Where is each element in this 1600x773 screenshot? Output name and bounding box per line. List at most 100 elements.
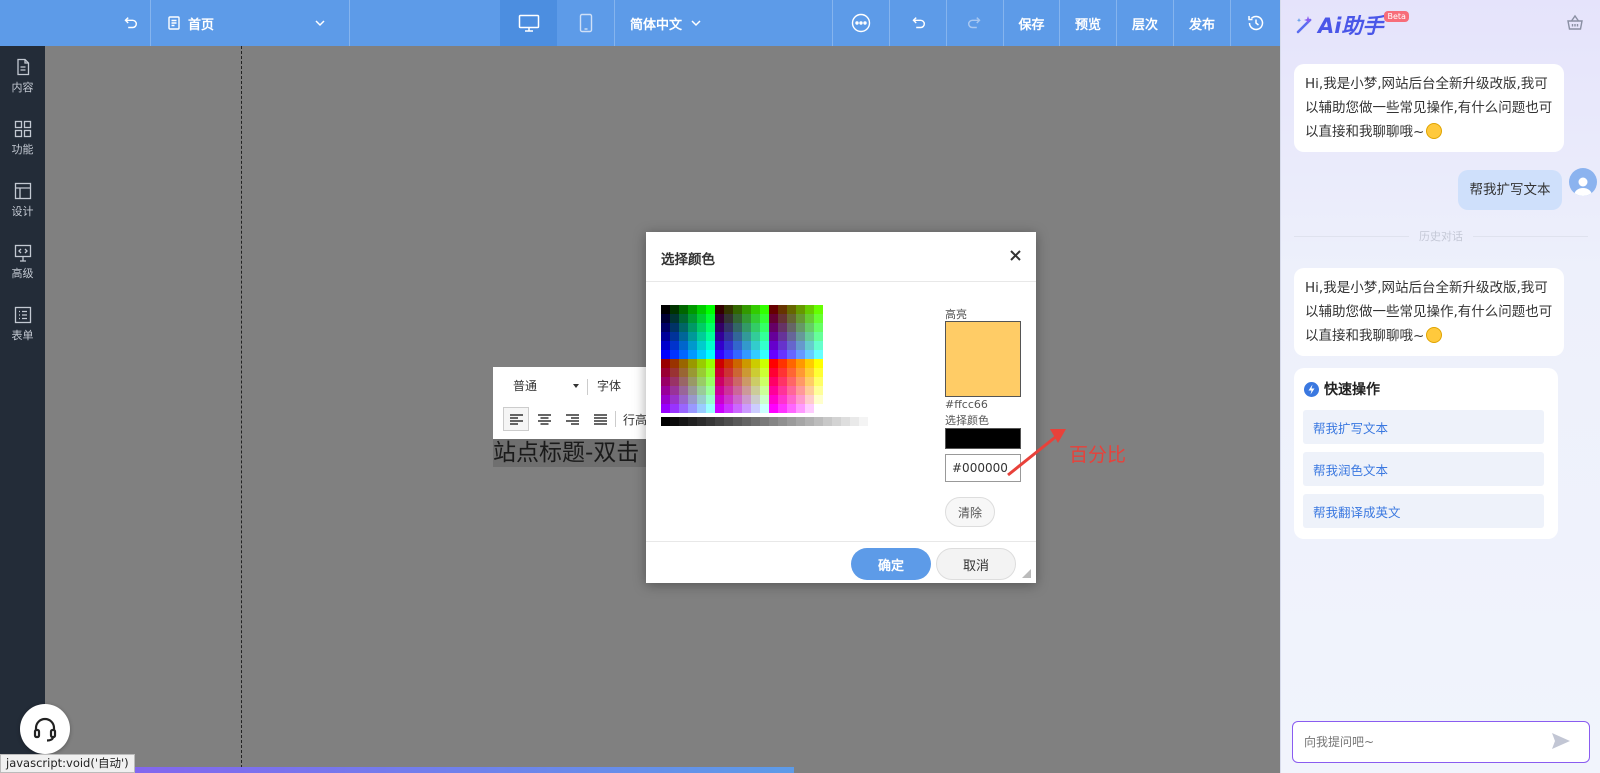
palette-swatch[interactable]	[706, 359, 715, 368]
palette-swatch[interactable]	[769, 359, 778, 368]
palette-swatch[interactable]	[787, 314, 796, 323]
palette-swatch[interactable]	[778, 350, 787, 359]
palette-swatch[interactable]	[670, 404, 679, 413]
clear-button[interactable]: 清除	[945, 497, 995, 527]
palette-swatch[interactable]	[769, 305, 778, 314]
palette-swatch[interactable]	[715, 404, 724, 413]
palette-swatch[interactable]	[796, 305, 805, 314]
palette-swatch[interactable]	[805, 368, 814, 377]
palette-gray-swatch[interactable]	[796, 417, 805, 426]
palette-swatch[interactable]	[697, 404, 706, 413]
more-button[interactable]	[833, 0, 889, 46]
palette-swatch[interactable]	[661, 404, 670, 413]
palette-swatch[interactable]	[688, 404, 697, 413]
palette-swatch[interactable]	[733, 368, 742, 377]
palette-swatch[interactable]	[661, 314, 670, 323]
desktop-view-button[interactable]	[500, 0, 557, 46]
palette-gray-swatch[interactable]	[805, 417, 814, 426]
palette-swatch[interactable]	[778, 305, 787, 314]
palette-swatch[interactable]	[733, 359, 742, 368]
palette-swatch[interactable]	[805, 395, 814, 404]
palette-swatch[interactable]	[697, 359, 706, 368]
palette-swatch[interactable]	[787, 305, 796, 314]
send-button[interactable]	[1551, 732, 1573, 752]
palette-swatch[interactable]	[760, 377, 769, 386]
palette-gray-swatch[interactable]	[859, 417, 868, 426]
palette-swatch[interactable]	[760, 323, 769, 332]
palette-swatch[interactable]	[715, 314, 724, 323]
palette-swatch[interactable]	[814, 359, 823, 368]
palette-swatch[interactable]	[778, 404, 787, 413]
palette-swatch[interactable]	[706, 395, 715, 404]
palette-swatch[interactable]	[769, 377, 778, 386]
palette-swatch[interactable]	[814, 404, 823, 413]
palette-swatch[interactable]	[715, 377, 724, 386]
palette-swatch[interactable]	[760, 332, 769, 341]
palette-swatch[interactable]	[778, 341, 787, 350]
palette-swatch[interactable]	[805, 359, 814, 368]
palette-swatch[interactable]	[751, 314, 760, 323]
palette-swatch[interactable]	[805, 350, 814, 359]
palette-swatch[interactable]	[724, 404, 733, 413]
palette-swatch[interactable]	[697, 350, 706, 359]
palette-swatch[interactable]	[733, 386, 742, 395]
palette-swatch[interactable]	[787, 350, 796, 359]
palette-swatch[interactable]	[751, 404, 760, 413]
palette-swatch[interactable]	[814, 377, 823, 386]
palette-swatch[interactable]	[724, 314, 733, 323]
preview-button[interactable]: 预览	[1060, 0, 1116, 46]
palette-swatch[interactable]	[697, 323, 706, 332]
palette-swatch[interactable]	[706, 323, 715, 332]
palette-swatch[interactable]	[769, 395, 778, 404]
palette-swatch[interactable]	[814, 350, 823, 359]
palette-swatch[interactable]	[715, 359, 724, 368]
palette-swatch[interactable]	[715, 323, 724, 332]
palette-swatch[interactable]	[796, 323, 805, 332]
close-button[interactable]	[1006, 246, 1024, 264]
palette-swatch[interactable]	[688, 350, 697, 359]
palette-swatch[interactable]	[805, 404, 814, 413]
palette-swatch[interactable]	[742, 395, 751, 404]
palette-swatch[interactable]	[706, 341, 715, 350]
palette-swatch[interactable]	[697, 368, 706, 377]
palette-gray-swatch[interactable]	[814, 417, 823, 426]
palette-gray-swatch[interactable]	[832, 417, 841, 426]
palette-swatch[interactable]	[751, 350, 760, 359]
palette-gray-swatch[interactable]	[733, 417, 742, 426]
palette-swatch[interactable]	[778, 386, 787, 395]
palette-swatch[interactable]	[706, 404, 715, 413]
palette-swatch[interactable]	[760, 368, 769, 377]
save-button[interactable]: 保存	[1004, 0, 1059, 46]
layers-button[interactable]: 层次	[1117, 0, 1173, 46]
palette-swatch[interactable]	[733, 404, 742, 413]
palette-gray-swatch[interactable]	[841, 417, 850, 426]
palette-swatch[interactable]	[778, 368, 787, 377]
palette-swatch[interactable]	[679, 332, 688, 341]
palette-gray-swatch[interactable]	[670, 417, 679, 426]
palette-swatch[interactable]	[733, 350, 742, 359]
palette-swatch[interactable]	[751, 368, 760, 377]
palette-swatch[interactable]	[760, 386, 769, 395]
palette-swatch[interactable]	[787, 332, 796, 341]
palette-gray-swatch[interactable]	[679, 417, 688, 426]
palette-swatch[interactable]	[724, 323, 733, 332]
palette-swatch[interactable]	[751, 305, 760, 314]
palette-swatch[interactable]	[742, 359, 751, 368]
palette-swatch[interactable]	[679, 404, 688, 413]
palette-swatch[interactable]	[796, 359, 805, 368]
palette-swatch[interactable]	[679, 350, 688, 359]
palette-swatch[interactable]	[688, 377, 697, 386]
palette-swatch[interactable]	[661, 305, 670, 314]
palette-swatch[interactable]	[751, 359, 760, 368]
palette-swatch[interactable]	[697, 341, 706, 350]
palette-gray-swatch[interactable]	[715, 417, 724, 426]
palette-gray-swatch[interactable]	[787, 417, 796, 426]
palette-swatch[interactable]	[688, 386, 697, 395]
palette-swatch[interactable]	[670, 332, 679, 341]
palette-gray-swatch[interactable]	[760, 417, 769, 426]
palette-swatch[interactable]	[715, 368, 724, 377]
palette-swatch[interactable]	[715, 395, 724, 404]
palette-swatch[interactable]	[742, 314, 751, 323]
undo-nav-button[interactable]	[110, 0, 150, 46]
palette-swatch[interactable]	[679, 323, 688, 332]
